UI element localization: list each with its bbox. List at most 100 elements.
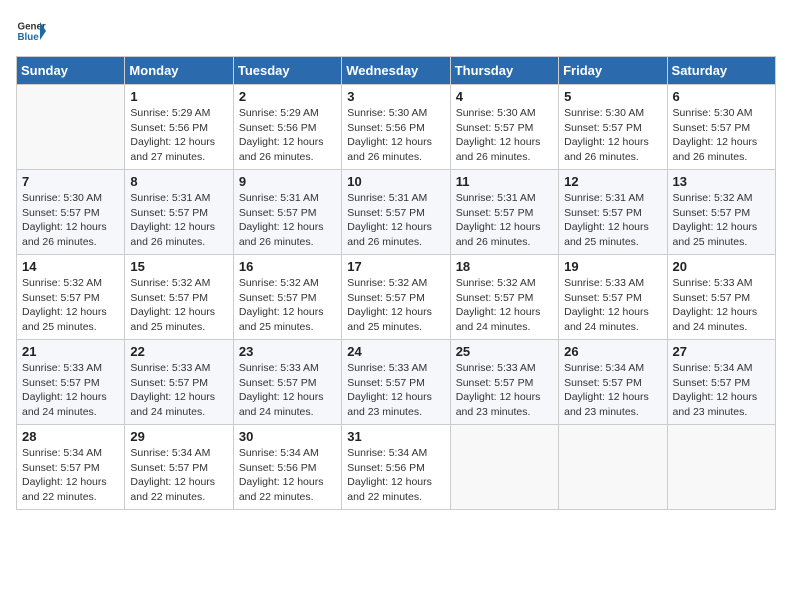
day-info: Sunrise: 5:32 AM Sunset: 5:57 PM Dayligh…	[347, 276, 444, 335]
day-number: 12	[564, 174, 661, 189]
calendar-cell: 10Sunrise: 5:31 AM Sunset: 5:57 PM Dayli…	[342, 170, 450, 255]
day-number: 27	[673, 344, 770, 359]
calendar-cell: 14 Sunrise: 5:32 AM Sunset: 5:57 PM Dayli…	[17, 255, 125, 340]
day-info: Sunrise: 5:32 AM Sunset: 5:57 PM Dayligh…	[22, 276, 119, 335]
day-info: Sunrise: 5:34 AM Sunset: 5:57 PM Dayligh…	[130, 446, 227, 505]
day-number: 6	[673, 89, 770, 104]
day-info: Sunrise: 5:33 AM Sunset: 5:57 PM Dayligh…	[564, 276, 661, 335]
day-number: 3	[347, 89, 444, 104]
calendar-cell: 16 Sunrise: 5:32 AM Sunset: 5:57 PM Dayli…	[233, 255, 341, 340]
day-info: Sunrise: 5:34 AM Sunset: 5:57 PM Dayligh…	[673, 361, 770, 420]
header-thursday: Thursday	[450, 57, 558, 85]
logo: General Blue	[16, 16, 46, 46]
day-number: 4	[456, 89, 553, 104]
day-number: 17	[347, 259, 444, 274]
day-number: 29	[130, 429, 227, 444]
calendar-cell: 30Sunrise: 5:34 AM Sunset: 5:56 PM Dayli…	[233, 425, 341, 510]
calendar-cell: 27 Sunrise: 5:34 AM Sunset: 5:57 PM Dayli…	[667, 340, 775, 425]
day-info: Sunrise: 5:34 AM Sunset: 5:57 PM Dayligh…	[564, 361, 661, 420]
day-number: 8	[130, 174, 227, 189]
calendar-week-3: 21 Sunrise: 5:33 AM Sunset: 5:57 PM Dayli…	[17, 340, 776, 425]
day-info: Sunrise: 5:32 AM Sunset: 5:57 PM Dayligh…	[130, 276, 227, 335]
calendar-cell: 20 Sunrise: 5:33 AM Sunset: 5:57 PM Dayli…	[667, 255, 775, 340]
page-header: General Blue	[16, 16, 776, 46]
day-info: Sunrise: 5:33 AM Sunset: 5:57 PM Dayligh…	[22, 361, 119, 420]
calendar-header-row: SundayMondayTuesdayWednesdayThursdayFrid…	[17, 57, 776, 85]
calendar-week-4: 28 Sunrise: 5:34 AM Sunset: 5:57 PM Dayli…	[17, 425, 776, 510]
calendar-cell: 6 Sunrise: 5:30 AM Sunset: 5:57 PM Daylig…	[667, 85, 775, 170]
header-monday: Monday	[125, 57, 233, 85]
calendar-cell	[559, 425, 667, 510]
day-info: Sunrise: 5:30 AM Sunset: 5:57 PM Dayligh…	[564, 106, 661, 165]
day-number: 25	[456, 344, 553, 359]
day-info: Sunrise: 5:33 AM Sunset: 5:57 PM Dayligh…	[130, 361, 227, 420]
day-info: Sunrise: 5:31 AM Sunset: 5:57 PM Dayligh…	[347, 191, 444, 250]
day-info: Sunrise: 5:29 AM Sunset: 5:56 PM Dayligh…	[130, 106, 227, 165]
day-number: 15	[130, 259, 227, 274]
day-info: Sunrise: 5:30 AM Sunset: 5:57 PM Dayligh…	[456, 106, 553, 165]
calendar-cell: 1 Sunrise: 5:29 AM Sunset: 5:56 PM Daylig…	[125, 85, 233, 170]
day-number: 30	[239, 429, 336, 444]
calendar-cell	[667, 425, 775, 510]
day-number: 20	[673, 259, 770, 274]
day-number: 14	[22, 259, 119, 274]
day-info: Sunrise: 5:31 AM Sunset: 5:57 PM Dayligh…	[456, 191, 553, 250]
day-number: 2	[239, 89, 336, 104]
day-info: Sunrise: 5:34 AM Sunset: 5:56 PM Dayligh…	[347, 446, 444, 505]
calendar-cell: 24Sunrise: 5:33 AM Sunset: 5:57 PM Dayli…	[342, 340, 450, 425]
day-number: 26	[564, 344, 661, 359]
day-number: 1	[130, 89, 227, 104]
day-number: 21	[22, 344, 119, 359]
header-wednesday: Wednesday	[342, 57, 450, 85]
day-number: 23	[239, 344, 336, 359]
day-info: Sunrise: 5:32 AM Sunset: 5:57 PM Dayligh…	[456, 276, 553, 335]
calendar-cell: 13Sunrise: 5:32 AM Sunset: 5:57 PM Dayli…	[667, 170, 775, 255]
day-number: 16	[239, 259, 336, 274]
day-info: Sunrise: 5:33 AM Sunset: 5:57 PM Dayligh…	[239, 361, 336, 420]
day-number: 19	[564, 259, 661, 274]
day-info: Sunrise: 5:32 AM Sunset: 5:57 PM Dayligh…	[673, 191, 770, 250]
day-info: Sunrise: 5:34 AM Sunset: 5:57 PM Dayligh…	[22, 446, 119, 505]
calendar-cell: 4 Sunrise: 5:30 AM Sunset: 5:57 PM Daylig…	[450, 85, 558, 170]
calendar-cell: 17 Sunrise: 5:32 AM Sunset: 5:57 PM Dayli…	[342, 255, 450, 340]
day-info: Sunrise: 5:29 AM Sunset: 5:56 PM Dayligh…	[239, 106, 336, 165]
day-info: Sunrise: 5:32 AM Sunset: 5:57 PM Dayligh…	[239, 276, 336, 335]
calendar-cell: 18 Sunrise: 5:32 AM Sunset: 5:57 PM Dayli…	[450, 255, 558, 340]
day-info: Sunrise: 5:30 AM Sunset: 5:57 PM Dayligh…	[673, 106, 770, 165]
calendar-cell: 7Sunrise: 5:30 AM Sunset: 5:57 PM Daylig…	[17, 170, 125, 255]
calendar-cell: 23 Sunrise: 5:33 AM Sunset: 5:57 PM Dayli…	[233, 340, 341, 425]
calendar-cell: 5 Sunrise: 5:30 AM Sunset: 5:57 PM Daylig…	[559, 85, 667, 170]
day-number: 31	[347, 429, 444, 444]
day-number: 28	[22, 429, 119, 444]
calendar-cell: 2 Sunrise: 5:29 AM Sunset: 5:56 PM Daylig…	[233, 85, 341, 170]
day-number: 11	[456, 174, 553, 189]
calendar-cell: 8Sunrise: 5:31 AM Sunset: 5:57 PM Daylig…	[125, 170, 233, 255]
svg-text:Blue: Blue	[18, 32, 40, 43]
calendar-cell: 19 Sunrise: 5:33 AM Sunset: 5:57 PM Dayli…	[559, 255, 667, 340]
calendar-week-1: 7Sunrise: 5:30 AM Sunset: 5:57 PM Daylig…	[17, 170, 776, 255]
day-info: Sunrise: 5:33 AM Sunset: 5:57 PM Dayligh…	[456, 361, 553, 420]
day-number: 5	[564, 89, 661, 104]
day-info: Sunrise: 5:31 AM Sunset: 5:57 PM Dayligh…	[564, 191, 661, 250]
calendar-cell: 25 Sunrise: 5:33 AM Sunset: 5:57 PM Dayli…	[450, 340, 558, 425]
calendar-cell: 28 Sunrise: 5:34 AM Sunset: 5:57 PM Dayli…	[17, 425, 125, 510]
day-info: Sunrise: 5:33 AM Sunset: 5:57 PM Dayligh…	[673, 276, 770, 335]
calendar-table: SundayMondayTuesdayWednesdayThursdayFrid…	[16, 56, 776, 510]
day-number: 18	[456, 259, 553, 274]
calendar-cell: 11 Sunrise: 5:31 AM Sunset: 5:57 PM Dayli…	[450, 170, 558, 255]
day-number: 9	[239, 174, 336, 189]
day-info: Sunrise: 5:30 AM Sunset: 5:56 PM Dayligh…	[347, 106, 444, 165]
calendar-cell: 15 Sunrise: 5:32 AM Sunset: 5:57 PM Dayli…	[125, 255, 233, 340]
calendar-cell: 22 Sunrise: 5:33 AM Sunset: 5:57 PM Dayli…	[125, 340, 233, 425]
calendar-cell: 31 Sunrise: 5:34 AM Sunset: 5:56 PM Dayli…	[342, 425, 450, 510]
calendar-cell: 9Sunrise: 5:31 AM Sunset: 5:57 PM Daylig…	[233, 170, 341, 255]
header-tuesday: Tuesday	[233, 57, 341, 85]
calendar-cell: 3 Sunrise: 5:30 AM Sunset: 5:56 PM Daylig…	[342, 85, 450, 170]
calendar-cell: 21 Sunrise: 5:33 AM Sunset: 5:57 PM Dayli…	[17, 340, 125, 425]
logo-icon: General Blue	[16, 16, 46, 46]
header-sunday: Sunday	[17, 57, 125, 85]
calendar-cell	[17, 85, 125, 170]
day-number: 22	[130, 344, 227, 359]
calendar-week-2: 14 Sunrise: 5:32 AM Sunset: 5:57 PM Dayli…	[17, 255, 776, 340]
calendar-cell	[450, 425, 558, 510]
